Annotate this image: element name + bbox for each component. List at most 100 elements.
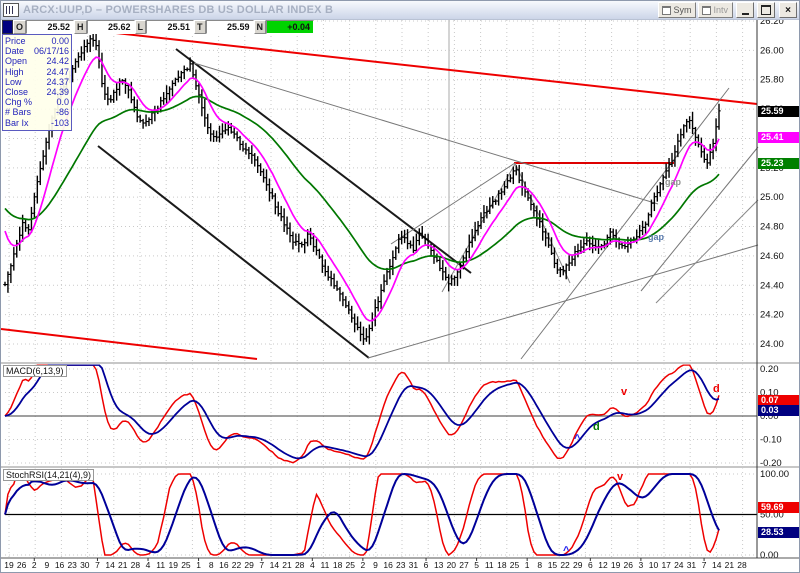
svg-text:7: 7 (259, 560, 264, 570)
svg-text:7: 7 (702, 560, 707, 570)
svg-text:24.20: 24.20 (760, 310, 784, 321)
price-chart-canvas[interactable]: 26.2026.0025.8025.6025.4025.2025.0024.80… (1, 1, 800, 573)
net-label: N (254, 20, 267, 34)
info-row: High24.47 (5, 67, 69, 77)
svg-text:11: 11 (156, 560, 165, 570)
trade-value: 25.59 (206, 20, 254, 34)
svg-text:24: 24 (674, 560, 684, 570)
svg-text:25.80: 25.80 (760, 75, 784, 86)
trade-label: T (194, 20, 206, 34)
signal-annotation: ^ (574, 434, 580, 444)
window-title: ARCX:UUP,D – POWERSHARES DB US DOLLAR IN… (23, 4, 656, 16)
axis-value-badge: 25.23 (758, 158, 800, 169)
svg-text:7: 7 (95, 560, 100, 570)
svg-text:25.00: 25.00 (760, 192, 784, 203)
high-label: H (74, 20, 87, 34)
svg-text:11: 11 (485, 560, 494, 570)
svg-text:27: 27 (459, 560, 469, 570)
svg-text:10: 10 (649, 560, 659, 570)
svg-text:19: 19 (169, 560, 179, 570)
svg-text:28: 28 (131, 560, 141, 570)
svg-text:-0.10: -0.10 (760, 435, 782, 446)
close-button[interactable]: × (779, 2, 797, 18)
info-row: Open24.42 (5, 56, 69, 66)
svg-text:2: 2 (360, 560, 365, 570)
svg-text:23: 23 (396, 560, 406, 570)
svg-text:24.80: 24.80 (760, 222, 784, 233)
signal-annotation: d (593, 422, 600, 432)
svg-text:9: 9 (45, 560, 50, 570)
info-row: Close24.39 (5, 87, 69, 97)
svg-text:1: 1 (196, 560, 201, 570)
axis-value-badge: 0.03 (758, 405, 800, 416)
quote-bar: O 25.52 H 25.62 L 25.51 T 25.59 N +0.04 (2, 20, 314, 34)
maximize-button[interactable] (757, 2, 775, 18)
info-row: Price0.00 (5, 36, 69, 46)
info-row: # Bars-86 (5, 107, 69, 117)
svg-text:21: 21 (725, 560, 735, 570)
svg-text:24.00: 24.00 (760, 339, 784, 350)
svg-text:6: 6 (588, 560, 593, 570)
svg-text:30: 30 (80, 560, 90, 570)
svg-text:16: 16 (383, 560, 393, 570)
interval-button[interactable]: Intv (698, 2, 733, 18)
stochrsi-panel-label: StochRSI(14,21(4),9) (3, 469, 94, 481)
svg-text:16: 16 (219, 560, 229, 570)
svg-text:14: 14 (270, 560, 280, 570)
svg-text:4: 4 (310, 560, 315, 570)
svg-text:25: 25 (345, 560, 355, 570)
symbol-color-swatch (2, 20, 13, 34)
signal-annotation: v (617, 472, 623, 482)
svg-text:23: 23 (67, 560, 77, 570)
svg-text:28: 28 (737, 560, 747, 570)
svg-text:1: 1 (525, 560, 530, 570)
window-mini-icon (662, 6, 671, 15)
svg-text:8: 8 (537, 560, 542, 570)
chart-app-icon (3, 3, 19, 17)
svg-text:18: 18 (497, 560, 507, 570)
macd-panel-label: MACD(6,13,9) (3, 365, 67, 377)
low-value: 25.51 (146, 20, 194, 34)
svg-text:19: 19 (4, 560, 14, 570)
axis-value-badge: 25.41 (758, 132, 800, 143)
svg-text:17: 17 (661, 560, 671, 570)
svg-text:26: 26 (624, 560, 634, 570)
info-row: Bar Ix-103 (5, 118, 69, 128)
svg-text:29: 29 (573, 560, 583, 570)
svg-text:9: 9 (373, 560, 378, 570)
svg-text:5: 5 (474, 560, 479, 570)
svg-text:4: 4 (146, 560, 151, 570)
net-change-value: +0.04 (266, 20, 314, 34)
symbol-button[interactable]: Sym (658, 2, 696, 18)
gap-annotation: gap (665, 177, 681, 187)
svg-text:20: 20 (447, 560, 457, 570)
svg-text:29: 29 (244, 560, 254, 570)
svg-text:12: 12 (598, 560, 608, 570)
low-label: L (135, 20, 147, 34)
svg-text:0.00: 0.00 (760, 550, 779, 561)
restore-icon (761, 5, 771, 15)
chart-window: ARCX:UUP,D – POWERSHARES DB US DOLLAR IN… (0, 0, 800, 573)
signal-annotation: ^ (563, 546, 569, 556)
signal-annotation: d (713, 384, 720, 394)
svg-text:22: 22 (560, 560, 570, 570)
high-value: 25.62 (87, 20, 135, 34)
signal-annotation: v (621, 387, 627, 397)
svg-text:25: 25 (510, 560, 520, 570)
svg-text:25: 25 (181, 560, 191, 570)
svg-text:28: 28 (295, 560, 305, 570)
svg-text:26.00: 26.00 (760, 45, 784, 56)
svg-text:21: 21 (282, 560, 292, 570)
minimize-button[interactable] (736, 2, 754, 18)
axis-value-badge: 59.69 (758, 502, 800, 513)
svg-text:31: 31 (687, 560, 697, 570)
svg-text:0.20: 0.20 (760, 364, 779, 375)
info-row: Chg %0.0 (5, 97, 69, 107)
info-row: Date06/17/16 (5, 46, 69, 56)
svg-text:3: 3 (639, 560, 644, 570)
open-value: 25.52 (26, 20, 74, 34)
window-mini-icon (702, 6, 711, 15)
svg-text:22: 22 (232, 560, 242, 570)
close-icon: × (785, 5, 791, 16)
svg-text:11: 11 (321, 560, 330, 570)
